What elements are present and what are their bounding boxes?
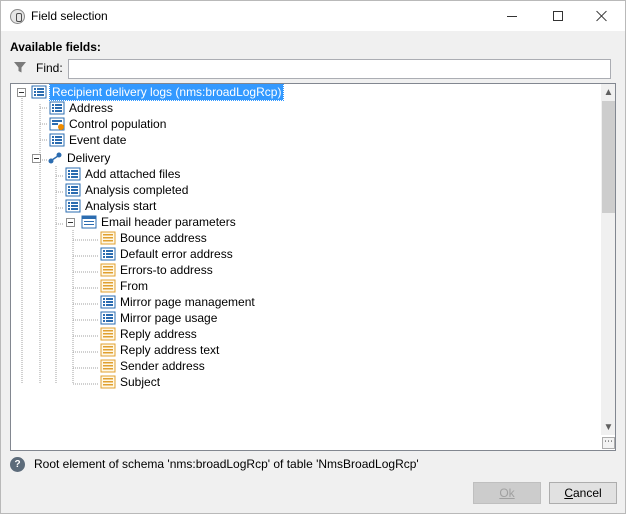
string-attribute-icon (100, 359, 116, 373)
attribute-list-icon (100, 311, 116, 325)
app-icon (10, 9, 25, 24)
attribute-list-icon (100, 295, 116, 309)
title-bar: Field selection (1, 1, 625, 31)
string-attribute-icon (100, 327, 116, 341)
delivery-collapse-toggle[interactable] (32, 154, 41, 163)
tree-item-analysis-start[interactable]: Analysis start (65, 198, 158, 214)
available-fields-label: Available fields: (10, 40, 101, 54)
tree-item-label: Address (69, 101, 114, 115)
close-icon (596, 10, 608, 22)
more-options-icon[interactable]: ⋯ (602, 437, 615, 449)
tree-item-bounce-address[interactable]: Bounce address (100, 230, 209, 246)
element-icon (81, 215, 97, 229)
tree-item-sender-address[interactable]: Sender address (100, 358, 207, 374)
tree-item-label: Errors-to address (120, 263, 213, 277)
close-button[interactable] (579, 1, 625, 31)
tree-item-label: Reply address text (120, 343, 220, 357)
tree-item-label: Sender address (120, 359, 205, 373)
field-tree[interactable]: Recipient delivery logs (nms:broadLogRcp… (10, 83, 616, 451)
selection-highlight: Recipient delivery logs (nms:broadLogRcp… (49, 84, 285, 101)
tree-root-label: Recipient delivery logs (nms:broadLogRcp… (50, 84, 284, 100)
tree-item-label: Add attached files (85, 167, 181, 181)
tree-item-label: From (120, 279, 148, 293)
tree-item-add-attached-files[interactable]: Add attached files (65, 166, 182, 182)
tree-item-label: Subject (120, 375, 161, 389)
status-line: ? Root element of schema 'nms:broadLogRc… (10, 456, 419, 472)
tree-item-mirror-page-usage[interactable]: Mirror page usage (100, 310, 219, 326)
cancel-button[interactable]: Cancel (549, 482, 617, 504)
tree-item-label: Event date (69, 133, 127, 147)
tree-item-reply-address-text[interactable]: Reply address text (100, 342, 221, 358)
filter-icon (14, 62, 26, 73)
maximize-button[interactable] (535, 1, 581, 31)
string-attribute-icon (100, 375, 116, 389)
attribute-list-icon (65, 199, 81, 213)
cancel-button-label: Cancel (564, 486, 602, 500)
scroll-down-arrow-icon[interactable]: ▼ (601, 419, 615, 435)
maximize-icon (553, 11, 563, 21)
ok-button-label: Ok (499, 486, 515, 500)
tree-item-label: Reply address (120, 327, 197, 341)
tree-item-email-header-parameters[interactable]: Email header parameters (81, 214, 238, 230)
tree-item-label: Mirror page management (120, 295, 255, 309)
scroll-up-arrow-icon[interactable]: ▲ (601, 84, 615, 100)
string-attribute-icon (100, 343, 116, 357)
find-label: Find: (36, 61, 63, 75)
attribute-list-icon (65, 167, 81, 181)
status-text: Root element of schema 'nms:broadLogRcp'… (34, 457, 419, 471)
tree-item-reply-address[interactable]: Reply address (100, 326, 199, 342)
vertical-scrollbar[interactable]: ▲ ▼ (601, 84, 615, 435)
tree-item-label: Analysis start (85, 199, 157, 213)
tree-item-label: Default error address (120, 247, 233, 261)
string-attribute-icon (100, 231, 116, 245)
tree-item-address[interactable]: Address (49, 100, 115, 116)
tree-item-subject[interactable]: Subject (100, 374, 162, 390)
tree-item-label: Analysis completed (85, 183, 189, 197)
tree-item-analysis-completed[interactable]: Analysis completed (65, 182, 190, 198)
help-icon: ? (10, 456, 25, 472)
attribute-list-icon (65, 183, 81, 197)
tree-item-label: Bounce address (120, 231, 207, 245)
email-header-collapse-toggle[interactable] (66, 218, 75, 227)
scrollbar-thumb[interactable] (602, 101, 615, 213)
attribute-list-icon (100, 247, 116, 261)
minimize-icon (507, 15, 517, 17)
tree-root-item[interactable]: Recipient delivery logs (nms:broadLogRcp… (31, 84, 285, 101)
attribute-flag-icon (49, 117, 65, 131)
string-attribute-icon (100, 279, 116, 293)
minimize-button[interactable] (489, 1, 535, 31)
tree-item-label: Mirror page usage (120, 311, 218, 325)
tree-item-from[interactable]: From (100, 278, 150, 294)
window-title: Field selection (31, 9, 108, 23)
find-input[interactable] (68, 59, 611, 79)
tree-item-control-population[interactable]: Control population (49, 116, 168, 132)
tree-item-delivery[interactable]: Delivery (47, 150, 112, 166)
tree-item-mirror-page-management[interactable]: Mirror page management (100, 294, 257, 310)
attribute-list-icon (49, 101, 65, 115)
tree-item-default-error-address[interactable]: Default error address (100, 246, 235, 262)
tree-item-errors-to-address[interactable]: Errors-to address (100, 262, 215, 278)
tree-item-event-date[interactable]: Event date (49, 132, 128, 148)
link-icon (48, 152, 62, 164)
tree-item-label: Email header parameters (101, 215, 236, 229)
root-collapse-toggle[interactable] (17, 88, 26, 97)
field-selection-dialog: Field selection Available fields: Find: (0, 0, 626, 514)
ok-button[interactable]: Ok (473, 482, 541, 504)
schema-root-icon (31, 85, 47, 99)
tree-item-label: Control population (69, 117, 167, 131)
string-attribute-icon (100, 263, 116, 277)
tree-item-label: Delivery (67, 151, 111, 165)
attribute-list-icon (49, 133, 65, 147)
